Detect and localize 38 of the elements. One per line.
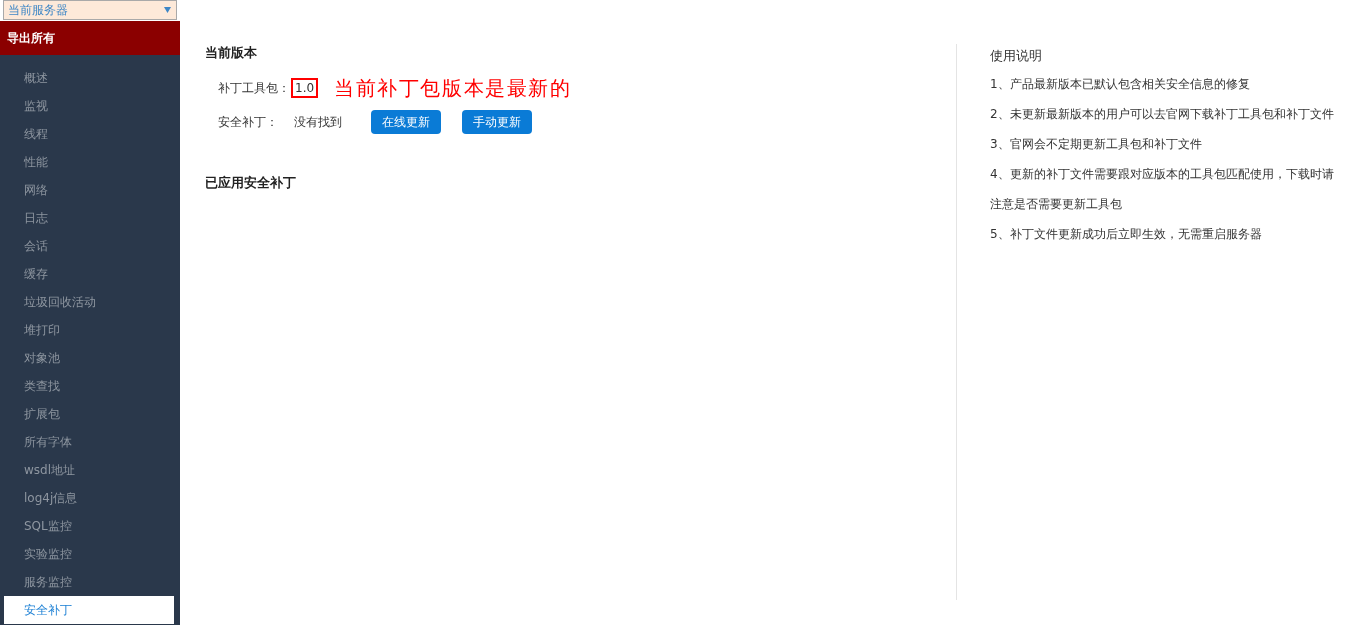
- sidebar-item[interactable]: log4j信息: [4, 484, 174, 512]
- sidebar-item[interactable]: 日志: [4, 204, 174, 232]
- patch-status: 没有找到: [294, 113, 343, 131]
- version-value: 1.0: [291, 78, 319, 98]
- field-label: 安全补丁：: [218, 113, 279, 131]
- sidebar-item[interactable]: 实验监控: [4, 540, 174, 568]
- sidebar-item[interactable]: 对象池: [4, 344, 174, 372]
- sidebar-item[interactable]: 监视: [4, 92, 174, 120]
- sidebar-item[interactable]: 堆打印: [4, 316, 174, 344]
- sidebar-item[interactable]: wsdl地址: [4, 456, 174, 484]
- help-text: 5、补丁文件更新成功后立即生效，无需重启服务器: [990, 226, 1263, 243]
- field-label: 补丁工具包：: [218, 79, 290, 97]
- section-title: 当前版本: [205, 44, 258, 62]
- sidebar-item[interactable]: 缓存: [4, 260, 174, 288]
- help-text: 3、官网会不定期更新工具包和补丁文件: [990, 136, 1203, 153]
- help-text: 2、未更新最新版本的用户可以去官网下载补丁工具包和补丁文件: [990, 106, 1335, 123]
- sidebar-item[interactable]: 所有字体: [4, 428, 174, 456]
- sidebar-item[interactable]: 网络: [4, 176, 174, 204]
- sidebar-item[interactable]: 类查找: [4, 372, 174, 400]
- version-note: 当前补丁包版本是最新的: [334, 74, 572, 102]
- sidebar-item[interactable]: 会话: [4, 232, 174, 260]
- update-button[interactable]: 手动更新: [462, 110, 532, 134]
- sidebar-item[interactable]: 性能: [4, 148, 174, 176]
- caret-icon: [164, 7, 171, 13]
- sidebar-item[interactable]: 概述: [4, 64, 174, 92]
- server-dropdown[interactable]: 当前服务器: [3, 0, 177, 20]
- section-title: 已应用安全补丁: [205, 174, 297, 192]
- sidebar-item[interactable]: 扩展包: [4, 400, 174, 428]
- sidebar-item[interactable]: 线程: [4, 120, 174, 148]
- sidebar-item[interactable]: SQL监控: [4, 512, 174, 540]
- update-button[interactable]: 在线更新: [371, 110, 441, 134]
- help-title: 使用说明: [990, 47, 1043, 65]
- sidebar-item[interactable]: 服务监控: [4, 568, 174, 596]
- sidebar-item[interactable]: 垃圾回收活动: [4, 288, 174, 316]
- export-all-button[interactable]: 导出所有: [0, 21, 180, 55]
- help-text: 1、产品最新版本已默认包含相关安全信息的修复: [990, 76, 1251, 93]
- help-text: 4、更新的补丁文件需要跟对应版本的工具包匹配使用，下载时请注意是否需要更新工具包: [990, 166, 1335, 213]
- sidebar-item[interactable]: 安全补丁: [4, 596, 174, 624]
